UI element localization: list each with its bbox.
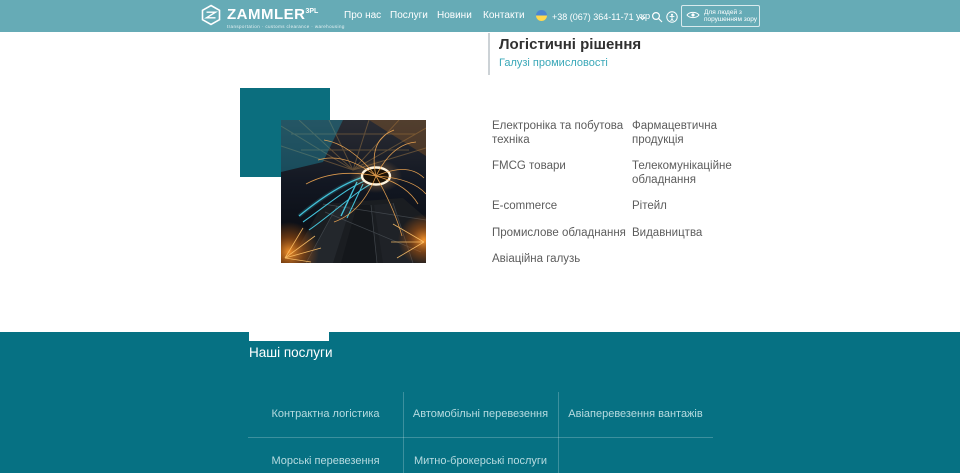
accessibility-icon[interactable] [666, 10, 678, 22]
industry-photo [281, 120, 426, 263]
phone-number: +38 (067) 364-11-71 [552, 12, 634, 22]
industry-link[interactable]: Авіаційна галузь [492, 253, 632, 267]
service-cell: Митно-брокерські послуги [403, 437, 558, 473]
page: ZAMMLER3PL transportation · customs clea… [0, 0, 960, 473]
vision-button-line2: порушенням зору [704, 16, 757, 23]
industry-link[interactable]: FMCG товари [492, 160, 632, 187]
phone-dropdown[interactable]: +38 (067) 364-11-71 [536, 8, 646, 26]
services-title: Наші послуги [249, 345, 333, 360]
service-link[interactable]: Авіаперевезення вантажів [568, 408, 702, 420]
industry-link[interactable]: Рітейл [632, 200, 757, 214]
vision-button-line1: Для людей з [704, 9, 742, 16]
service-cell: Контрактна логістика [248, 390, 403, 437]
services-grid-horizontal-divider [248, 437, 713, 438]
logo[interactable]: ZAMMLER3PL transportation · customs clea… [200, 4, 345, 31]
nav-item-about[interactable]: Про нас [344, 10, 381, 21]
service-link[interactable]: Морські перевезення [271, 455, 379, 467]
industry-link[interactable]: E-commerce [492, 200, 632, 214]
industry-link[interactable]: Телекомунікаційне обладнання [632, 160, 757, 187]
logo-sup: 3PL [306, 8, 319, 15]
language-switcher[interactable]: укр [636, 11, 650, 22]
service-cell: Авіаперевезення вантажів [558, 390, 713, 437]
industry-link[interactable]: Промислове обладнання [492, 227, 632, 241]
industry-link[interactable]: Фармацевтична продукція [632, 120, 757, 147]
service-cell: Автомобільні перевезення [403, 390, 558, 437]
decor-white-square [249, 300, 329, 341]
industry-link[interactable]: Електроніка та побутова техніка [492, 120, 632, 147]
vision-impaired-button[interactable]: Для людей з порушенням зору [681, 5, 760, 27]
industry-link[interactable]: Видавництва [632, 227, 757, 241]
nav-item-news[interactable]: Новини [437, 10, 472, 21]
page-heading-block: Логістичні рішення Галузі промисловості [488, 33, 641, 75]
service-link[interactable]: Автомобільні перевезення [413, 408, 548, 420]
service-cell: Морські перевезення [248, 437, 403, 473]
logo-name: ZAMMLER3PL [227, 4, 345, 22]
nav-item-contacts[interactable]: Контакти [483, 10, 525, 21]
services-grid-vertical-divider [558, 392, 559, 473]
search-icon[interactable] [651, 10, 663, 22]
nav-item-services[interactable]: Послуги [390, 10, 428, 21]
page-title: Логістичні рішення [499, 36, 641, 53]
industries-breadcrumb-link[interactable]: Галузі промисловості [499, 57, 608, 69]
services-grid: Контрактна логістика Автомобільні перевез… [248, 390, 713, 473]
service-link[interactable]: Митно-брокерські послуги [414, 455, 547, 467]
logo-tagline: transportation · customs clearance · war… [227, 24, 345, 29]
logo-icon [200, 4, 222, 31]
service-link[interactable]: Контрактна логістика [271, 408, 379, 420]
industries-list: Електроніка та побутова техніка FMCG това… [492, 120, 757, 267]
ukraine-flag-icon [536, 8, 547, 26]
services-grid-vertical-divider [403, 392, 404, 473]
top-navbar: ZAMMLER3PL transportation · customs clea… [0, 0, 960, 32]
eye-icon [686, 7, 700, 25]
